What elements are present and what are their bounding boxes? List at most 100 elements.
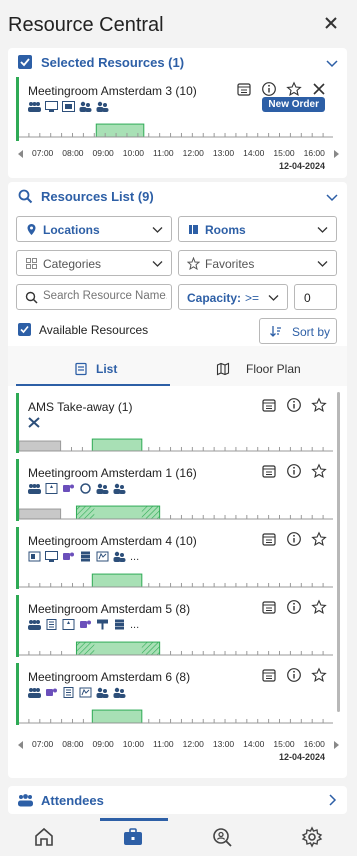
- info-icon[interactable]: [261, 81, 277, 97]
- group-icon: [96, 101, 109, 112]
- bottom-navigation: [0, 818, 357, 856]
- selected-resources-header[interactable]: Selected Resources (1): [8, 48, 347, 78]
- star-icon[interactable]: [311, 463, 327, 479]
- availability-timeline[interactable]: [19, 641, 333, 657]
- active-indicator: [100, 818, 168, 821]
- calendar-icon[interactable]: [261, 599, 277, 615]
- star-icon[interactable]: [311, 667, 327, 683]
- resource-actions: [261, 599, 327, 615]
- capacity-operator: >=: [245, 291, 260, 305]
- availability-timeline[interactable]: [19, 123, 333, 139]
- categories-icon: [26, 258, 37, 269]
- amenities: [28, 417, 41, 428]
- calendar-icon[interactable]: [261, 463, 277, 479]
- info-icon[interactable]: [286, 531, 302, 547]
- search-person-icon[interactable]: [211, 826, 233, 848]
- list-scrollbar[interactable]: [337, 392, 340, 712]
- rooms-dropdown[interactable]: Rooms: [178, 216, 337, 242]
- calendar-icon[interactable]: [261, 397, 277, 413]
- selected-resource-card[interactable]: Meetingroom Amsterdam 3 (10) New Order: [16, 77, 333, 141]
- locations-label: Locations: [43, 223, 100, 237]
- availability-timeline[interactable]: [19, 437, 333, 453]
- hour-label: 13:00: [212, 739, 235, 749]
- search-resource-input[interactable]: [43, 290, 167, 302]
- remove-icon[interactable]: [311, 81, 327, 97]
- resource-name: Meetingroom Amsterdam 4 (10): [28, 534, 197, 548]
- attendees-title: Attendees: [41, 793, 104, 808]
- calendar-icon[interactable]: [236, 81, 252, 97]
- capacity-value: 0: [304, 291, 311, 305]
- amenities: ...: [28, 551, 139, 562]
- availability-timeline[interactable]: [19, 505, 333, 521]
- location-pin-icon: [27, 224, 36, 235]
- amenities: [28, 483, 126, 494]
- tab-floor-plan-label: Floor Plan: [246, 362, 301, 376]
- resources-list-header[interactable]: Resources List (9): [8, 182, 347, 212]
- hour-label: 12:00: [182, 148, 204, 158]
- calendar-icon[interactable]: [261, 667, 277, 683]
- info-icon[interactable]: [286, 463, 302, 479]
- selected-resources-title: Selected Resources (1): [41, 55, 185, 70]
- checkbox-checked-icon[interactable]: [18, 55, 32, 69]
- categories-dropdown[interactable]: Categories: [16, 250, 172, 276]
- attendees-icon: [18, 794, 33, 807]
- search-icon: [18, 189, 33, 204]
- star-icon[interactable]: [286, 81, 302, 97]
- categories-label: Categories: [43, 257, 102, 271]
- people-icon: [28, 101, 41, 112]
- settings-icon[interactable]: [301, 826, 323, 848]
- search-resource-field[interactable]: [16, 284, 172, 310]
- available-resources-label: Available Resources: [39, 323, 149, 337]
- star-icon[interactable]: [311, 531, 327, 547]
- resource-card[interactable]: Meetingroom Amsterdam 1 (16): [16, 459, 333, 521]
- scroll-left-icon[interactable]: [18, 741, 23, 749]
- sort-by-button[interactable]: Sort by: [259, 318, 337, 344]
- locations-dropdown[interactable]: Locations: [16, 216, 172, 242]
- close-icon[interactable]: [323, 15, 339, 31]
- scroll-left-icon[interactable]: [18, 150, 23, 158]
- star-icon[interactable]: [311, 397, 327, 413]
- resource-card[interactable]: Meetingroom Amsterdam 5 (8) ...: [16, 595, 333, 657]
- calendar-icon[interactable]: [261, 531, 277, 547]
- scroll-right-icon[interactable]: [334, 150, 339, 158]
- server-icon: [79, 551, 92, 562]
- capacity-label: Capacity:: [187, 291, 242, 305]
- screen-icon: [62, 101, 75, 112]
- resource-name: Meetingroom Amsterdam 3 (10): [28, 84, 197, 98]
- people-icon: [28, 687, 41, 698]
- resource-actions: [261, 463, 327, 479]
- attendees-panel[interactable]: Attendees: [8, 786, 347, 814]
- tab-floor-plan[interactable]: Floor Plan: [170, 356, 331, 386]
- tab-list[interactable]: List: [16, 356, 170, 386]
- rooms-label: Rooms: [205, 223, 246, 237]
- availability-timeline[interactable]: [19, 709, 333, 725]
- capacity-dropdown[interactable]: Capacity: >=: [178, 284, 288, 310]
- group-icon: [113, 687, 126, 698]
- new-order-badge[interactable]: New Order: [262, 97, 325, 112]
- chevron-down-icon[interactable]: [325, 190, 339, 204]
- chevron-down-icon[interactable]: [325, 56, 339, 70]
- catering-icon: [28, 417, 41, 428]
- availability-timeline[interactable]: [19, 573, 333, 589]
- home-icon[interactable]: [33, 826, 55, 848]
- resource-card[interactable]: Meetingroom Amsterdam 4 (10) ...: [16, 527, 333, 589]
- capacity-value-field[interactable]: 0: [294, 284, 337, 310]
- favorites-dropdown[interactable]: Favorites: [178, 250, 337, 276]
- hour-label: 15:00: [273, 739, 295, 749]
- resource-card[interactable]: Meetingroom Amsterdam 6 (8): [16, 663, 333, 725]
- info-icon[interactable]: [286, 667, 302, 683]
- info-icon[interactable]: [286, 599, 302, 615]
- available-resources-toggle[interactable]: Available Resources: [18, 323, 178, 339]
- star-icon[interactable]: [311, 599, 327, 615]
- resource-name: Meetingroom Amsterdam 6 (8): [28, 670, 191, 684]
- resource-card[interactable]: AMS Take-away (1): [16, 393, 333, 453]
- hour-label: 16:00: [303, 148, 325, 158]
- briefcase-icon[interactable]: [122, 826, 144, 848]
- hour-label: 07:00: [32, 739, 54, 749]
- info-icon[interactable]: [286, 397, 302, 413]
- scroll-right-icon[interactable]: [334, 741, 339, 749]
- flag-icon: [96, 619, 109, 630]
- checkbox-checked-icon[interactable]: [18, 323, 31, 336]
- favorites-label: Favorites: [205, 257, 255, 271]
- chevron-right-icon[interactable]: [325, 793, 339, 807]
